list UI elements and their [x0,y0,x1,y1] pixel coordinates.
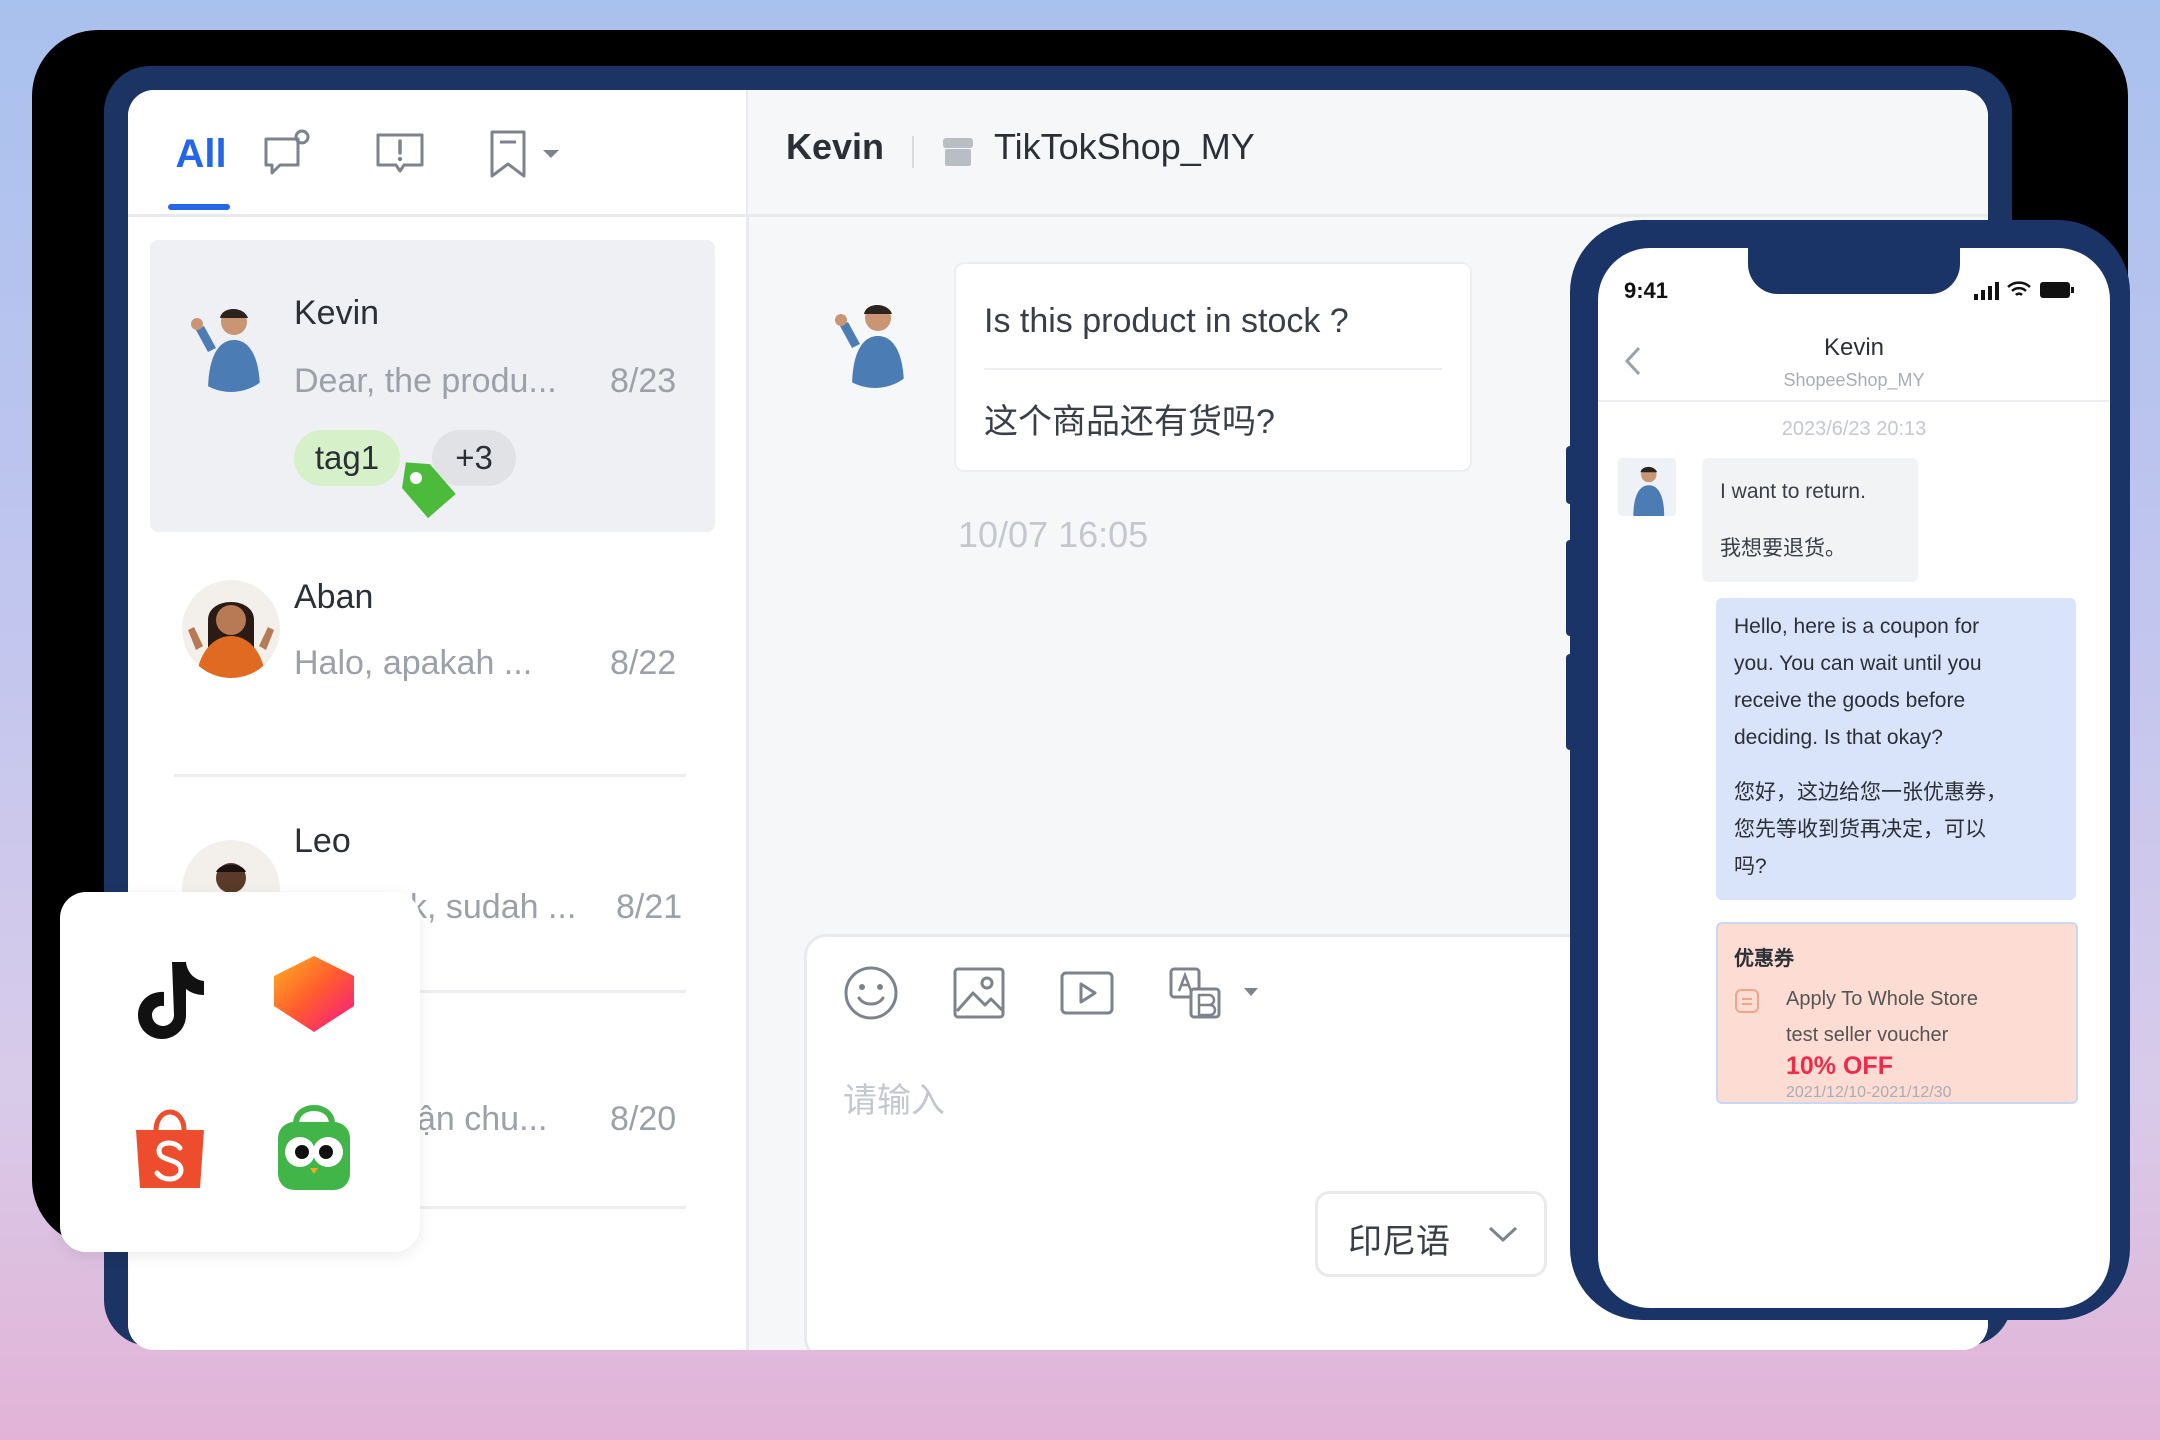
message-translation: 这个商品还有货吗? [984,403,1275,441]
conversation-name: Kevin [294,294,380,332]
coupon-discount: 10% OFF [1786,1052,1893,1080]
unread-message-icon [264,129,310,175]
tag-chip[interactable]: tag1 [294,430,400,486]
incoming-message-translation: 我想要退货。 [1720,537,1846,560]
tiktok-logo [138,962,204,1039]
reply-translation-line: 您好，这边给您一张优惠券， [1734,781,2007,804]
emoji-button[interactable] [841,963,901,1023]
emoji-icon [844,966,898,1020]
conversation-date: 8/21 [616,888,683,926]
tag-icon [402,462,456,519]
reply-translation-line: 吗? [1734,855,1767,878]
image-icon [953,967,1005,1019]
translate-button[interactable] [1165,963,1275,1023]
phone-contact-name: Kevin [1823,334,1885,361]
phone-message-avatar [1618,458,1676,516]
coupon-validity: 2021/12/10-2021/12/30 [1786,1084,1952,1101]
coupon-card[interactable]: 优惠券 Apply To Whole Store test seller vou… [1716,922,2078,1104]
divider [174,774,686,777]
tab-bookmarks-dropdown[interactable] [478,124,568,184]
phone-side-button [1566,540,1576,636]
coupon-name: test seller voucher [1786,1024,1949,1046]
chat-shop-name: TikTokShop_MY [994,126,1255,167]
reply-translation-line: 您先等收到货再决定，可以 [1734,818,1986,841]
translate-icon [1169,967,1221,1019]
video-icon [1060,971,1114,1015]
incoming-message-text: I want to return. [1720,480,1866,503]
conversation-date: 8/22 [610,644,677,682]
wifi-icon [2007,281,2031,296]
conversation-date: 8/20 [610,1100,677,1138]
phone-side-button [1566,446,1576,504]
phone-screen: 9:41 Kevin ShopeeShop_MY 2023/6/23 20:13… [1598,248,2110,1308]
chat-contact-name: Kevin [786,126,885,167]
chevron-down-icon [543,150,559,158]
conversation-preview: Dear, the produ... [294,362,557,400]
conversation-preview: Halo, apakah ... [294,644,533,682]
phone-message-date: 2023/6/23 20:13 [1781,418,1927,440]
language-select[interactable]: 印尼语 [1315,1191,1547,1277]
conversation-item-kevin[interactable]: Kevin Dear, the produ... 8/23 tag1 +3 [150,240,715,532]
phone-notch [1748,244,1960,294]
phone-header-divider [1598,400,2110,402]
signal-icon [1974,282,1999,300]
conversation-name: Leo [294,822,351,860]
tab-all[interactable]: All [170,124,232,184]
store-icon [943,138,973,166]
tab-alerts[interactable] [370,124,430,184]
outgoing-message-bubble: Hello, here is a coupon for you. You can… [1716,598,2076,900]
bookmark-icon [490,130,526,178]
header-separator [912,136,914,168]
alert-message-icon [376,133,424,173]
reply-line: Hello, here is a coupon for [1734,615,1980,638]
translation-divider [984,368,1442,370]
chevron-down-icon [1488,1226,1518,1243]
video-button[interactable] [1057,963,1117,1023]
conversation-item-aban[interactable]: Aban Halo, apakah ... 8/22 [150,540,715,750]
message-input[interactable]: 请输入 [843,1073,945,1122]
coupon-scope: Apply To Whole Store [1786,988,1978,1010]
conversation-preview: k, sudah ... [410,888,577,926]
conversation-name: Aban [294,578,374,616]
chevron-down-icon [1244,988,1258,996]
phone-contact-shop: ShopeeShop_MY [1783,370,1925,390]
status-time: 9:41 [1624,278,1669,303]
shopee-logo [136,1109,204,1188]
reply-line: deciding. Is that okay? [1734,726,1943,749]
chat-header: Kevin TikTokShop_MY [748,90,1988,217]
message-bubble: Is this product in stock ? 这个商品还有货吗? [954,262,1472,472]
avatar [182,580,280,678]
tab-unread[interactable] [258,124,318,184]
coupon-title: 优惠券 [1734,948,1794,970]
phone-side-button [1566,654,1576,750]
battery-icon [2040,282,2074,298]
tokopedia-logo [278,1104,350,1190]
lazada-logo [274,956,354,1032]
marketplace-logos-card [60,892,420,1252]
incoming-message-bubble: I want to return. 我想要退货。 [1702,458,1918,582]
conversation-date: 8/23 [610,362,677,400]
message-timestamp: 10/07 16:05 [958,514,1149,555]
image-button[interactable] [949,963,1009,1023]
reply-line: receive the goods before [1734,689,1966,712]
filter-tabs: All [128,90,746,217]
message-avatar [826,290,924,388]
message-text: Is this product in stock ? [984,302,1349,340]
active-tab-indicator [168,204,230,210]
conversation-preview: vận chu... [400,1100,548,1138]
reply-line: you. You can wait until you [1734,652,1982,675]
avatar [182,294,280,392]
language-select-value: 印尼语 [1348,1223,1450,1261]
coupon-icon [1735,989,1759,1013]
